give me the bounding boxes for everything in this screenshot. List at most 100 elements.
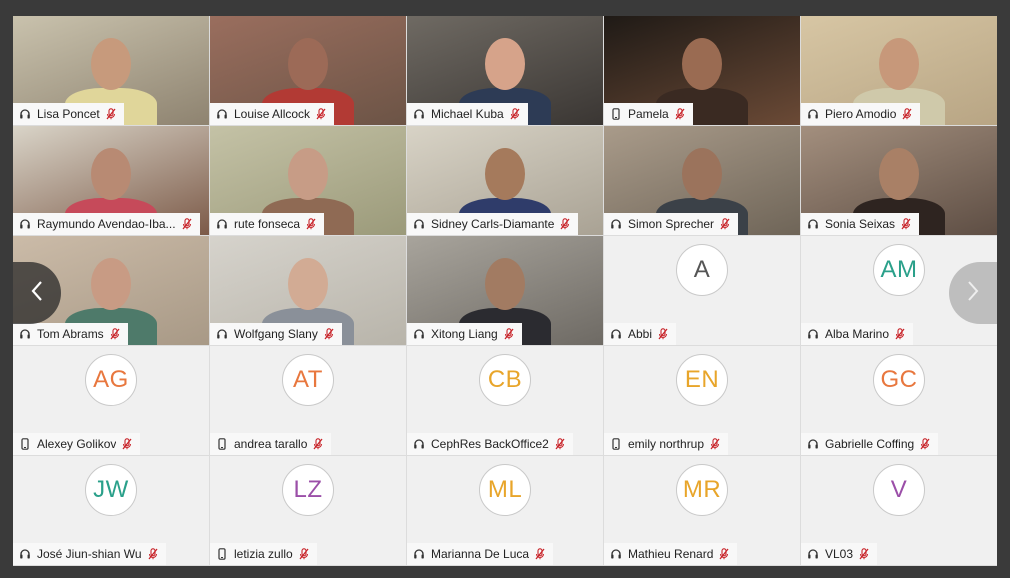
participant-face — [485, 148, 525, 200]
participant-face — [288, 258, 328, 310]
participant-tile[interactable]: AG Alexey Golikov — [13, 346, 209, 455]
participant-tile[interactable]: Sonia Seixas — [801, 126, 997, 235]
name-bar: Mathieu Renard — [604, 543, 738, 565]
headset-icon — [807, 108, 819, 120]
name-bar: letizia zullo — [210, 543, 317, 565]
name-bar: emily northrup — [604, 433, 729, 455]
microphone-muted-icon — [555, 438, 565, 450]
participant-tile[interactable]: Michael Kuba — [407, 16, 603, 125]
avatar: ML — [479, 464, 531, 516]
participant-tile[interactable]: A Abbi — [604, 236, 800, 345]
name-bar: Marianna De Luca — [407, 543, 554, 565]
headset-icon — [413, 108, 425, 120]
name-bar: VL03 — [801, 543, 878, 565]
name-bar: Abbi — [604, 323, 677, 345]
participant-tile[interactable]: rute fonseca — [210, 126, 406, 235]
participant-name: Alexey Golikov — [37, 437, 117, 451]
participant-tile[interactable]: Pamela — [604, 16, 800, 125]
headset-icon — [610, 328, 622, 340]
headset-icon — [19, 218, 31, 230]
participant-tile[interactable]: Wolfgang Slany — [210, 236, 406, 345]
microphone-muted-icon — [299, 548, 309, 560]
participant-tile[interactable]: Piero Amodio — [801, 16, 997, 125]
participant-name: Sonia Seixas — [825, 217, 896, 231]
headset-icon — [610, 218, 622, 230]
name-bar: Sonia Seixas — [801, 213, 920, 235]
headset-icon — [413, 438, 425, 450]
participant-name: VL03 — [825, 547, 854, 561]
participant-name: andrea tarallo — [234, 437, 308, 451]
headset-icon — [19, 548, 31, 560]
participant-tile[interactable]: JW José Jiun-shian Wu — [13, 456, 209, 565]
name-bar: CephRes BackOffice2 — [407, 433, 573, 455]
participant-name: Piero Amodio — [825, 107, 897, 121]
phone-icon — [610, 438, 622, 450]
participant-tile[interactable]: Simon Sprecher — [604, 126, 800, 235]
phone-icon — [19, 438, 31, 450]
microphone-muted-icon — [122, 438, 132, 450]
participant-name: Lisa Poncet — [37, 107, 100, 121]
chevron-left-icon — [30, 280, 44, 307]
headset-icon — [216, 108, 228, 120]
participant-tile[interactable]: Raymundo Avendao-Iba... — [13, 126, 209, 235]
microphone-muted-icon — [859, 548, 869, 560]
participant-tile[interactable]: Sidney Carls-Diamante — [407, 126, 603, 235]
participant-tile[interactable]: CB CephRes BackOffice2 — [407, 346, 603, 455]
name-bar: Piero Amodio — [801, 103, 921, 125]
participant-name: Wolfgang Slany — [234, 327, 318, 341]
participant-face — [485, 38, 525, 90]
avatar: EN — [676, 354, 728, 406]
participant-name: Simon Sprecher — [628, 217, 715, 231]
phone-icon — [216, 438, 228, 450]
participant-tile[interactable]: MR Mathieu Renard — [604, 456, 800, 565]
avatar: AG — [85, 354, 137, 406]
avatar: LZ — [282, 464, 334, 516]
phone-icon — [610, 108, 622, 120]
participant-tile[interactable]: AT andrea tarallo — [210, 346, 406, 455]
participant-tile[interactable]: GC Gabrielle Coffing — [801, 346, 997, 455]
microphone-muted-icon — [710, 438, 720, 450]
name-bar: Lisa Poncet — [13, 103, 124, 125]
microphone-muted-icon — [110, 328, 120, 340]
headset-icon — [413, 218, 425, 230]
participant-tile[interactable]: LZ letizia zullo — [210, 456, 406, 565]
participant-tile[interactable]: EN emily northrup — [604, 346, 800, 455]
microphone-muted-icon — [510, 108, 520, 120]
participant-name: Raymundo Avendao-Iba... — [37, 217, 176, 231]
name-bar: Gabrielle Coffing — [801, 433, 939, 455]
microphone-muted-icon — [324, 328, 334, 340]
participant-name: José Jiun-shian Wu — [37, 547, 142, 561]
bottom-toolbar-edge — [0, 570, 1010, 578]
participant-tile[interactable]: Lisa Poncet — [13, 16, 209, 125]
participant-name: Tom Abrams — [37, 327, 104, 341]
participant-face — [288, 38, 328, 90]
avatar: GC — [873, 354, 925, 406]
microphone-muted-icon — [560, 218, 570, 230]
microphone-muted-icon — [658, 328, 668, 340]
name-bar: Michael Kuba — [407, 103, 528, 125]
participant-tile[interactable]: Xitong Liang — [407, 236, 603, 345]
microphone-muted-icon — [106, 108, 116, 120]
participant-grid: Lisa Poncet Louise Allcock Michael Kuba Pam… — [13, 16, 997, 566]
participant-name: Sidney Carls-Diamante — [431, 217, 555, 231]
participant-name: Mathieu Renard — [628, 547, 714, 561]
headset-icon — [610, 548, 622, 560]
participant-name: CephRes BackOffice2 — [431, 437, 549, 451]
participant-name: Xitong Liang — [431, 327, 498, 341]
headset-icon — [19, 328, 31, 340]
participant-name: Gabrielle Coffing — [825, 437, 915, 451]
microphone-muted-icon — [920, 438, 930, 450]
name-bar: Louise Allcock — [210, 103, 335, 125]
participant-tile[interactable]: ML Marianna De Luca — [407, 456, 603, 565]
participant-name: Michael Kuba — [431, 107, 504, 121]
avatar: AT — [282, 354, 334, 406]
name-bar: Tom Abrams — [13, 323, 128, 345]
name-bar: Wolfgang Slany — [210, 323, 342, 345]
headset-icon — [807, 218, 819, 230]
name-bar: Sidney Carls-Diamante — [407, 213, 579, 235]
participant-name: Alba Marino — [825, 327, 890, 341]
participant-name: letizia zullo — [234, 547, 293, 561]
participant-tile[interactable]: V VL03 — [801, 456, 997, 565]
chevron-right-icon — [966, 280, 980, 307]
participant-tile[interactable]: Louise Allcock — [210, 16, 406, 125]
